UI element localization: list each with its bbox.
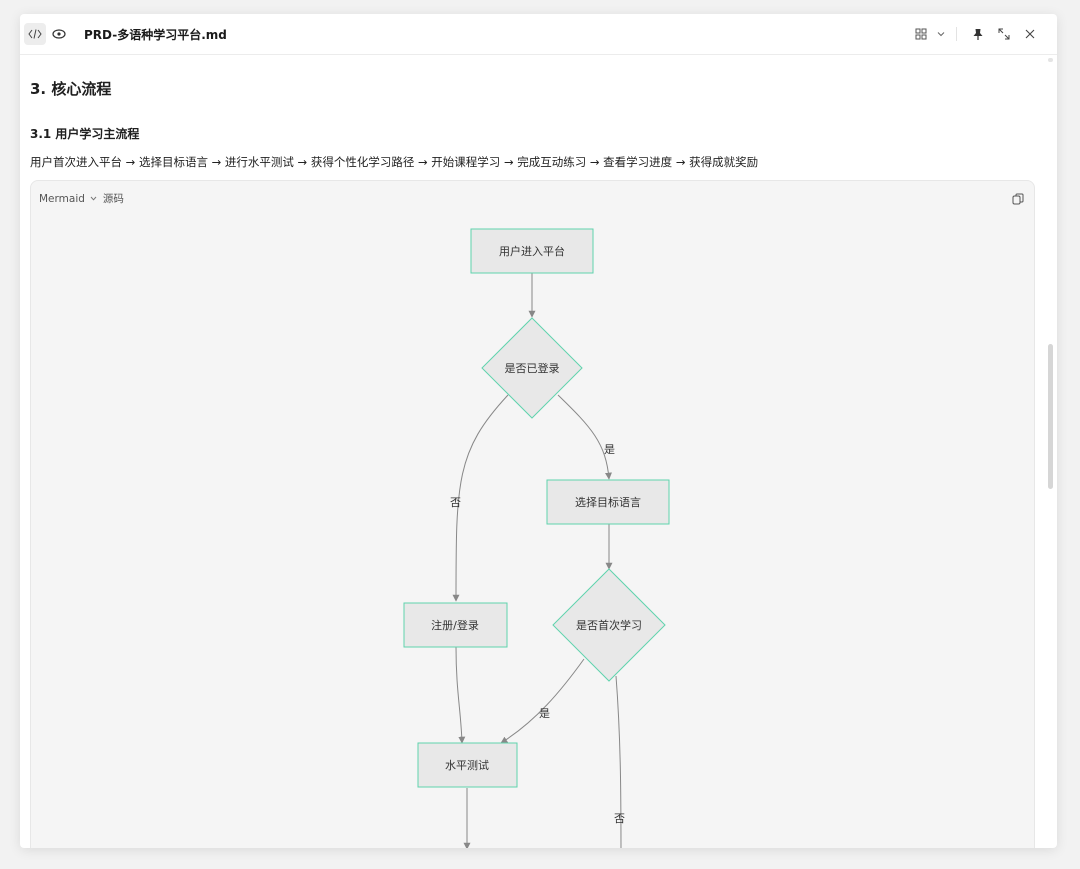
svg-text:选择目标语言: 选择目标语言 bbox=[575, 495, 641, 509]
node-first-time-learning: 是否首次学习 bbox=[552, 568, 666, 682]
window-controls bbox=[908, 14, 1043, 54]
document-content: 3. 核心流程 3.1 用户学习主流程 用户首次进入平台 → 选择目标语言 → … bbox=[30, 54, 1035, 848]
edge-label-yes-2: 是 bbox=[539, 707, 550, 720]
view-toggle bbox=[24, 23, 70, 45]
file-title: PRD-多语种学习平台.md bbox=[84, 27, 227, 42]
language-selector[interactable]: Mermaid bbox=[39, 193, 85, 205]
node-enter-platform: 用户进入平台 bbox=[470, 228, 594, 274]
edge-label-yes-1: 是 bbox=[604, 443, 615, 456]
edge-first-time-yes bbox=[500, 658, 585, 744]
scrollbar-top-indicator bbox=[1048, 58, 1053, 62]
pin-icon[interactable] bbox=[965, 21, 991, 47]
eye-icon[interactable] bbox=[48, 23, 70, 45]
vertical-scrollbar[interactable] bbox=[1048, 344, 1053, 489]
svg-text:水平测试: 水平测试 bbox=[445, 759, 489, 772]
mermaid-code-block: 是 否 是 否 用户进入平台 是否已登录 选择目标语言 注册/登录 是否首次学习… bbox=[30, 180, 1035, 848]
svg-text:是否已登录: 是否已登录 bbox=[505, 361, 560, 375]
node-choose-language: 选择目标语言 bbox=[546, 479, 670, 525]
edge-label-no-2: 否 bbox=[614, 812, 625, 825]
close-icon[interactable] bbox=[1017, 21, 1043, 47]
code-block-header: Mermaid 源码 bbox=[39, 191, 124, 206]
chevron-down-icon[interactable] bbox=[934, 21, 948, 47]
source-tab[interactable]: 源码 bbox=[103, 191, 124, 206]
expand-icon[interactable] bbox=[991, 21, 1017, 47]
node-level-test: 水平测试 bbox=[417, 742, 518, 788]
edge-label-no-1: 否 bbox=[450, 496, 461, 509]
svg-text:是否首次学习: 是否首次学习 bbox=[576, 618, 642, 632]
flow-summary-paragraph: 用户首次进入平台 → 选择目标语言 → 进行水平测试 → 获得个性化学习路径 →… bbox=[30, 155, 759, 169]
title-bar: PRD-多语种学习平台.md bbox=[20, 14, 1057, 55]
layout-grid-icon[interactable] bbox=[908, 21, 934, 47]
heading-user-main-flow: 3.1 用户学习主流程 bbox=[30, 127, 140, 141]
chevron-down-icon[interactable] bbox=[90, 194, 97, 203]
toolbar-divider bbox=[956, 27, 957, 41]
svg-text:用户进入平台: 用户进入平台 bbox=[499, 244, 565, 258]
flowchart-diagram: 是 否 是 否 用户进入平台 是否已登录 选择目标语言 注册/登录 是否首次学习… bbox=[403, 228, 670, 848]
edge-logged-in-no bbox=[452, 394, 509, 602]
edge-logged-in-yes bbox=[557, 394, 612, 480]
svg-text:注册/登录: 注册/登录 bbox=[431, 618, 479, 632]
edge-register-to-test bbox=[455, 646, 466, 744]
node-is-logged-in: 是否已登录 bbox=[481, 317, 583, 419]
editor-window: PRD-多语种学习平台.md 3. 核心流程 3.1 用户学习主流程 用户首次进… bbox=[20, 14, 1057, 848]
heading-core-flow: 3. 核心流程 bbox=[30, 80, 112, 98]
code-icon[interactable] bbox=[24, 23, 46, 45]
copy-icon[interactable] bbox=[1012, 190, 1024, 205]
node-register-login: 注册/登录 bbox=[403, 602, 508, 648]
